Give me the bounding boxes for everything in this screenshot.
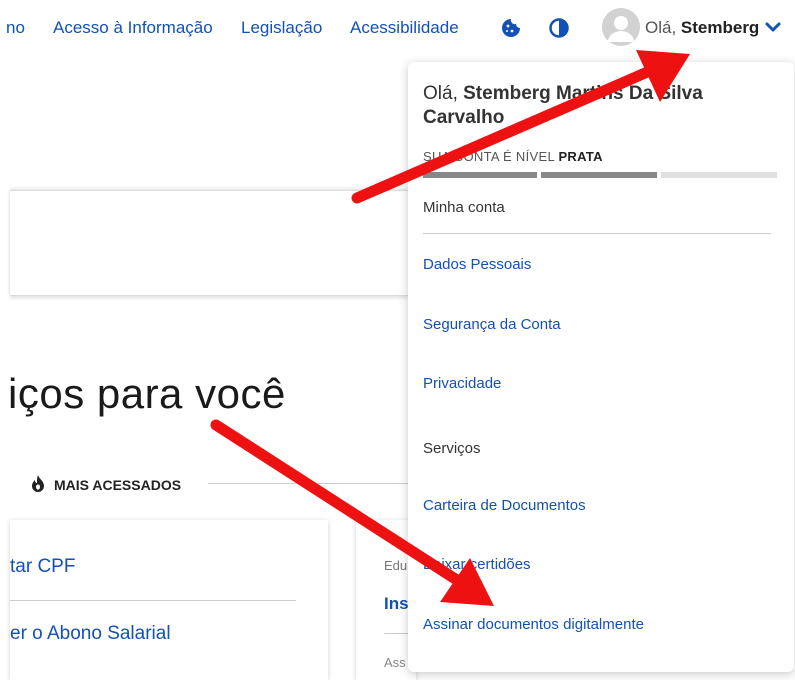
section-title-minha-conta: Minha conta (423, 199, 505, 216)
account-level-value: PRATA (558, 149, 603, 164)
user-greeting-prefix: Olá, (645, 18, 681, 37)
nav-link-legislacao[interactable]: Legislação (241, 18, 322, 38)
chevron-down-icon[interactable] (764, 18, 782, 36)
nav-link-governo[interactable]: no (6, 18, 25, 38)
account-level: SUA CONTA É NÍVEL PRATA (423, 149, 603, 164)
section-title-servicos: Serviços (423, 440, 481, 457)
nav-link-acessibilidade[interactable]: Acessibilidade (350, 18, 459, 38)
card-divider (10, 600, 296, 601)
menu-link-baixar-certidoes[interactable]: Baixar certidões (423, 556, 531, 573)
menu-link-assinar-documentos[interactable]: Assinar documentos digitalmente (423, 616, 644, 633)
user-first-name: Stemberg (680, 18, 760, 37)
contrast-icon[interactable] (548, 17, 570, 39)
dropdown-greeting: Olá, Stemberg Martins Da Silva Carvalho (423, 82, 763, 130)
level-bar-segment-3 (661, 172, 777, 178)
user-dropdown-menu: Olá, Stemberg Martins Da Silva Carvalho … (408, 62, 794, 672)
menu-link-carteira-documentos[interactable]: Carteira de Documentos (423, 497, 586, 514)
menu-link-dados-pessoais[interactable]: Dados Pessoais (423, 256, 531, 273)
top-navigation: no Acesso à Informação Legislação Acessi… (0, 0, 795, 58)
user-menu-toggle[interactable]: Olá, Stemberg (645, 18, 759, 38)
tab-label: MAIS ACESSADOS (54, 476, 182, 493)
service-link-cpf[interactable]: tar CPF (10, 556, 75, 578)
account-level-label: SUA CONTA É NÍVEL (423, 149, 559, 164)
nav-link-acesso-informacao[interactable]: Acesso à Informação (53, 18, 213, 38)
tab-mais-acessados[interactable]: MAIS ACESSADOS (30, 474, 181, 495)
card-category: Edu (384, 558, 408, 573)
level-bar-segment-2 (541, 172, 657, 178)
user-full-name: Stemberg Martins Da Silva Carvalho (423, 83, 703, 128)
search-panel[interactable] (10, 190, 408, 296)
greeting-prefix: Olá, (423, 83, 464, 104)
cookie-icon[interactable] (500, 17, 522, 39)
card-meta: Ass (384, 655, 406, 670)
menu-link-seguranca-conta[interactable]: Segurança da Conta (423, 316, 561, 333)
service-card: tar CPF er o Abono Salarial (10, 520, 328, 680)
card-title[interactable]: Ins (384, 594, 409, 614)
fire-icon (30, 474, 46, 495)
section-divider (423, 233, 771, 234)
avatar-icon[interactable] (602, 8, 640, 46)
page-headline: iços para você (8, 370, 286, 417)
level-bar-segment-1 (423, 172, 537, 178)
service-link-abono-salarial[interactable]: er o Abono Salarial (10, 623, 171, 645)
tab-divider (208, 483, 408, 484)
service-card-secondary: Edu Ins Ass (356, 520, 424, 680)
menu-link-privacidade[interactable]: Privacidade (423, 375, 501, 392)
